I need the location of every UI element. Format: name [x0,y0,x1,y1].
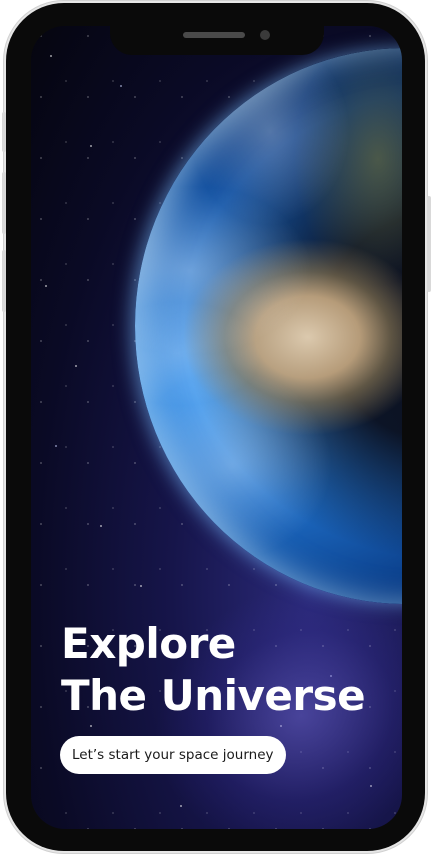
hero-title-line-1: Explore [61,619,236,668]
side-button-power [427,196,431,292]
phone-notch [110,23,324,55]
speaker-icon [183,32,245,38]
side-button-volume-up [2,172,6,234]
side-button-mute [2,112,6,152]
hero-title-line-2: The Universe [61,671,366,720]
side-button-volume-down [2,250,6,312]
hero-title: Explore The Universe [61,618,366,722]
start-journey-button[interactable]: Let’s start your space journey [60,736,286,774]
camera-icon [260,30,270,40]
app-screen: Explore The Universe Let’s start your sp… [31,26,402,829]
